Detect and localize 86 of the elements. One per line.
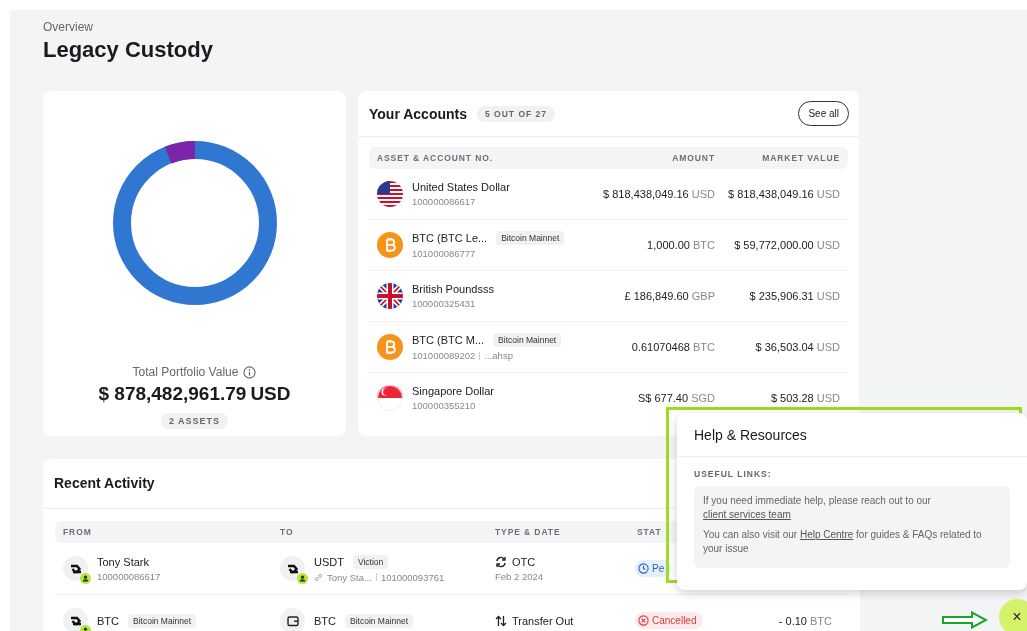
help-text: If you need immediate help, please reach out to our client services team [703,494,932,522]
us-flag-icon [377,181,403,207]
activity-title: Recent Activity [54,475,155,491]
column-header: TO [280,527,294,537]
account-number: 100000086617 [412,196,476,207]
link-icon [314,572,323,582]
help-link[interactable]: client services team [703,509,791,520]
account-number: 100000086617 [97,570,161,582]
wallet-address: ...ahsp [484,350,513,361]
account-holder: Tony Sta... [327,571,372,583]
account-number: 100000355210 [412,400,476,411]
account-name: BTC [97,614,119,627]
amount-unit: BTC [810,614,832,627]
column-header: FROM [63,527,92,537]
status-pill: Pe [635,559,672,577]
portfolio-value: $ 878,482,961.79 [98,383,247,405]
network-tag: Bitcoin Mainnet [345,613,414,628]
wallet-icon [285,613,300,628]
portfolio-label: Total Portfolio Value [132,365,239,379]
up-down-arrows-icon [495,614,507,627]
column-header: TYPE & DATE [495,527,561,537]
clock-icon [638,562,649,574]
asset-name: BTC (BTC M... [412,334,485,346]
see-all-button[interactable]: See all [798,101,849,126]
value-unit: USD [816,341,840,353]
account-number: 100000325431 [412,298,476,309]
market-value: $ 59,772,000.00 [734,239,814,251]
network-tag: Bitcoin Mainnet [496,231,565,245]
market-value: $ 818,438,049.16 [728,188,814,200]
amount-unit: BTC [693,239,715,251]
cancel-icon [638,614,649,626]
column-header: ASSET & ACCOUNT NO. [377,153,493,163]
column-header: AMOUNT [672,153,715,163]
asset-name: BTC (BTC Le... [412,232,488,244]
account-name: BTC [314,614,336,627]
transaction-date: Feb 2 2024 [495,570,544,582]
asset-name: Singapore Dollar [412,385,494,397]
count-badge: 5 OUT OF 27 [477,105,556,122]
account-number: 101000093761 [380,571,445,583]
amount: £ 186,849.60 [624,290,689,302]
network-tag: Viction [352,554,389,569]
amount: S$ 677.40 [637,392,689,404]
status-pill: Cancelled [635,611,704,629]
account-name: Tony Stark [97,555,149,568]
market-value: $ 36,503.04 [755,341,814,353]
account-number: 101000089202 [412,350,476,361]
market-value: $ 503.28 [770,392,814,404]
asset-name: British Poundsss [412,283,494,295]
amount-unit: BTC [693,341,715,353]
section-label: USEFUL LINKS: [694,469,773,479]
close-button[interactable]: × [999,599,1027,631]
network-tag: Bitcoin Mainnet [493,333,562,347]
transaction-type: OTC [512,555,536,568]
bitcoin-icon [377,334,403,360]
network-tag: Bitcoin Mainnet [128,613,197,628]
value-unit: USD [816,392,840,404]
amount-unit: GBP [691,290,715,302]
market-value: $ 235,906.31 [749,290,814,302]
amount-unit: SGD [691,392,715,404]
column-header: STAT [637,527,662,537]
info-icon[interactable] [243,365,257,379]
transaction-amount: - 0.10 [778,614,807,627]
portfolio-currency: USD [250,383,291,405]
amount: $ 818,438,049.16 [603,188,689,200]
singapore-flag-icon [377,385,403,411]
column-header: MARKET VALUE [762,153,840,163]
value-unit: USD [816,188,840,200]
asset-name: United States Dollar [412,181,510,193]
bitcoin-icon [377,232,403,258]
help-link[interactable]: Help Centre [799,529,854,540]
help-title: Help & Resources [677,413,1027,457]
assets-badge: 2 ASSETS [160,413,229,429]
value-unit: USD [816,239,840,251]
help-text: You can also visit our Help Centre for guides & FAQs related to your issue [703,528,983,556]
amount: 0.61070468 [631,341,690,353]
account-name: USDT [314,555,344,568]
transaction-type: Transfer Out [512,614,574,627]
uk-flag-icon [377,283,403,309]
amount: 1,000.00 [647,239,690,251]
accounts-title: Your Accounts [369,105,467,122]
exchange-arrows-icon [495,555,507,568]
breadcrumb: Overview [43,20,94,34]
account-number: 101000086777 [412,248,476,259]
page-title: Legacy Custody [43,37,214,63]
value-unit: USD [816,290,840,302]
amount-unit: USD [691,188,715,200]
